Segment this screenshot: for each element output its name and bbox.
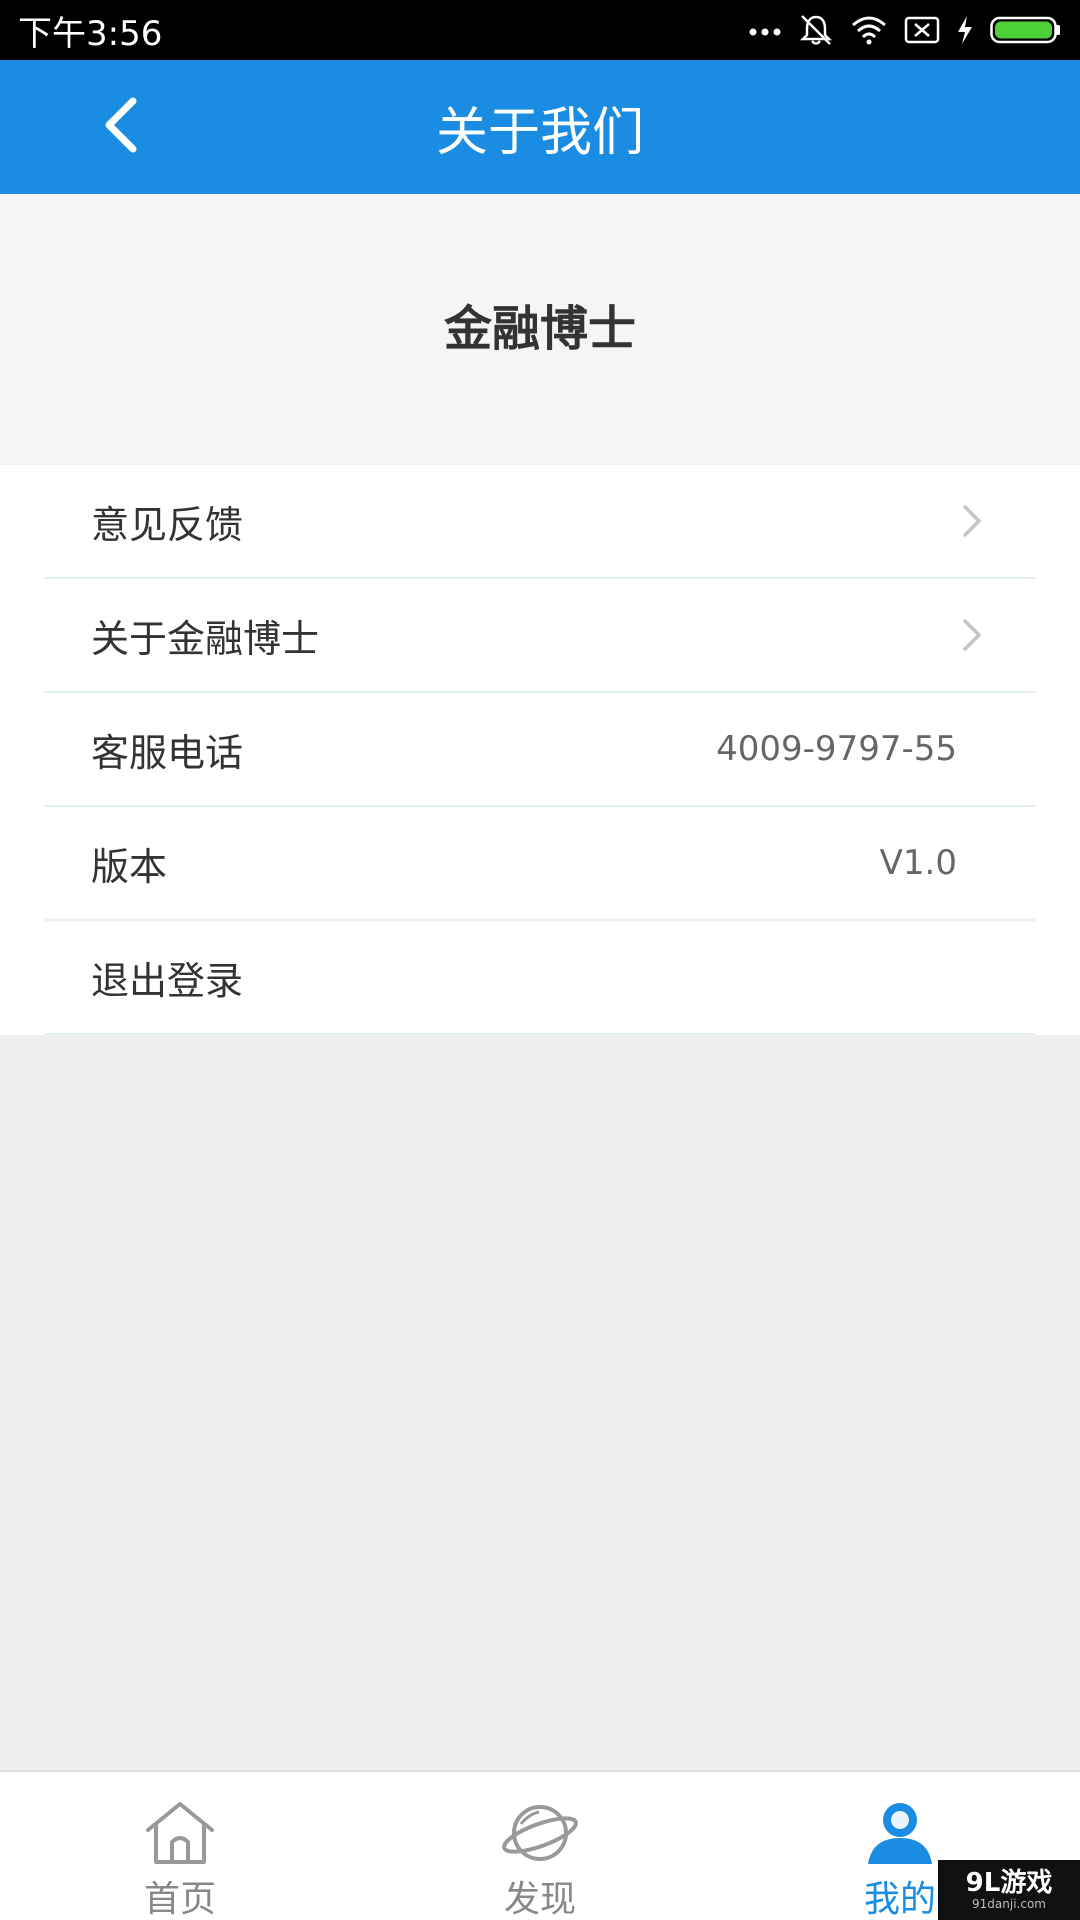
menu-item-label: 版本 [91,844,168,889]
charging-icon [956,15,974,45]
watermark-sub: 91danji.com [972,1897,1046,1911]
menu-list: 意见反馈 关于金融博士 客服电话 4009-9797-55 版本 V1.0 退出… [0,465,1080,1035]
watermark-logo: 9L游戏 91danji.com [938,1860,1080,1920]
status-time: 下午3:56 [18,13,163,54]
home-icon [142,1800,218,1866]
status-icons [748,13,1062,47]
more-dots-icon [748,24,782,36]
nav-label: 首页 [143,1879,216,1920]
back-button[interactable] [78,84,164,170]
menu-item-label: 退出登录 [91,958,244,1003]
user-icon [864,1800,936,1866]
menu-item-label: 客服电话 [91,730,244,775]
chevron-left-icon [101,97,141,157]
menu-item-service-phone[interactable]: 客服电话 4009-9797-55 [45,693,1035,807]
menu-item-label: 关于金融博士 [91,616,320,661]
bottom-nav: 首页 发现 我的 [0,1770,1080,1920]
menu-item-about-app[interactable]: 关于金融博士 [45,579,1035,693]
battery-icon [990,15,1062,45]
chevron-right-icon [955,615,989,655]
chevron-right-icon [955,501,989,541]
nav-label: 我的 [863,1879,936,1920]
nav-item-home[interactable]: 首页 [0,1772,360,1920]
wifi-icon [850,15,888,45]
app-header: 关于我们 [0,60,1080,194]
no-sim-icon [904,15,940,45]
menu-item-feedback[interactable]: 意见反馈 [45,465,1035,579]
app-name: 金融博士 [443,301,636,357]
menu-item-label: 意见反馈 [91,502,244,547]
nav-item-discover[interactable]: 发现 [360,1772,720,1920]
brand-area: 金融博士 [0,194,1080,464]
mute-icon [798,13,834,47]
menu-item-logout[interactable]: 退出登录 [45,921,1035,1035]
version-value: V1.0 [879,843,957,883]
nav-label: 发现 [503,1879,576,1920]
menu-item-version: 版本 V1.0 [45,807,1035,921]
watermark-main: 9L游戏 [965,1868,1053,1898]
planet-icon [499,1800,581,1866]
status-bar: 下午3:56 [0,0,1080,60]
service-phone-value: 4009-9797-55 [716,729,957,769]
